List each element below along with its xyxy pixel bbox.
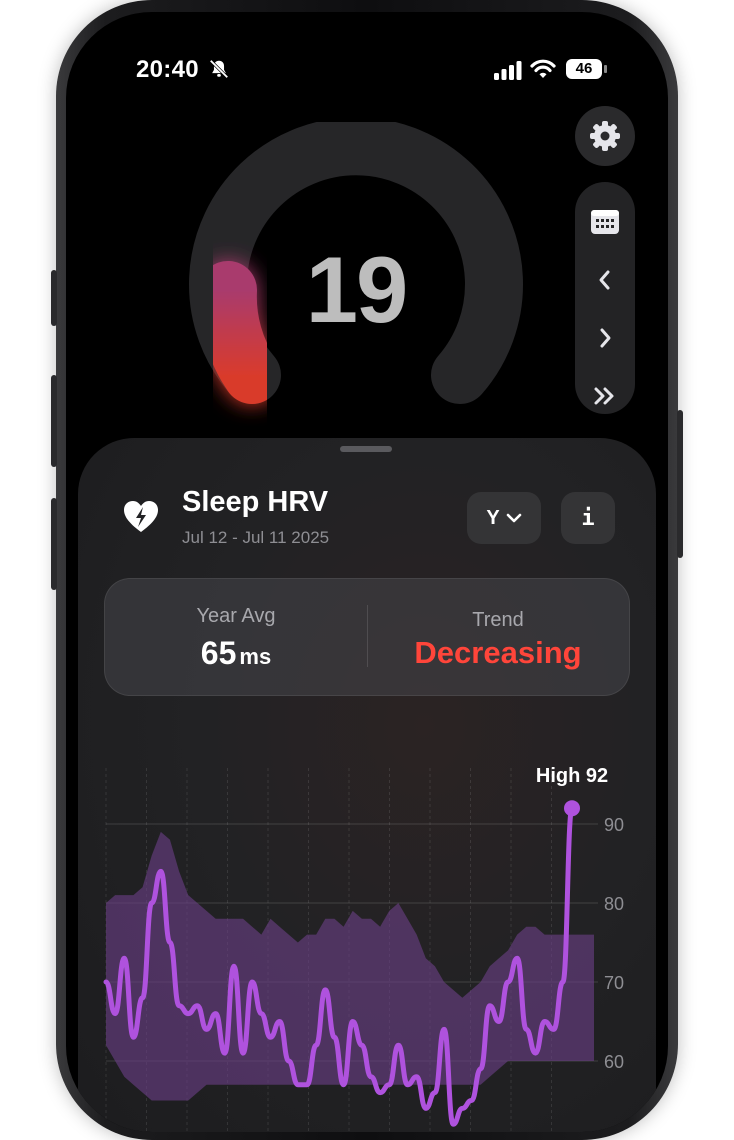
battery-indicator: 46	[566, 59, 608, 79]
date-navigation	[575, 182, 635, 414]
chevron-down-icon	[506, 513, 521, 523]
trend-label: Trend	[472, 609, 524, 631]
chevron-right-icon	[600, 328, 611, 348]
trend-value: Decreasing	[414, 635, 582, 670]
year-avg-label: Year Avg	[196, 605, 276, 627]
y-tick-label: 60	[604, 1052, 624, 1072]
year-avg-value: 65 ms	[105, 635, 367, 672]
y-tick-label: 70	[604, 973, 624, 993]
detail-sheet: Sleep HRV Jul 12 - Jul 11 2025 Y i Year …	[78, 438, 656, 1132]
wifi-icon	[530, 59, 556, 78]
battery-cap	[604, 65, 607, 73]
stats-card: Year Avg 65 ms Trend Decreasing	[104, 578, 630, 696]
hrv-chart[interactable]: 90 80 70 60 High 92	[78, 738, 656, 1132]
info-button[interactable]: i	[561, 492, 615, 544]
calendar-button[interactable]	[575, 202, 635, 242]
sheet-grabber[interactable]	[340, 446, 392, 452]
bell-slash-icon	[209, 59, 229, 79]
double-chevron-right-icon	[594, 387, 614, 405]
status-time: 20:40	[136, 56, 199, 83]
chevron-left-icon	[599, 270, 610, 290]
screen: 20:40 46 19 Sleep HRV Jul 12 - Jul 11 20…	[66, 12, 668, 1132]
settings-button[interactable]	[575, 106, 635, 166]
latest-button[interactable]	[575, 376, 635, 416]
date-range: Jul 12 - Jul 11 2025	[182, 528, 330, 547]
hrv-gauge: 19	[186, 117, 526, 442]
high-annotation: High 92	[536, 765, 608, 787]
y-tick-label: 80	[604, 894, 624, 914]
range-selector-button[interactable]: Y	[467, 492, 541, 544]
high-point-marker	[564, 800, 580, 817]
info-icon: i	[581, 505, 595, 531]
volume-up-button	[51, 375, 57, 467]
cellular-signal-icon	[494, 61, 522, 80]
battery-level: 46	[566, 59, 602, 79]
year-avg-unit: ms	[239, 644, 272, 669]
previous-button[interactable]	[575, 260, 635, 300]
mute-switch	[51, 270, 57, 326]
status-bar: 20:40 46	[66, 56, 668, 86]
hrv-score: 19	[305, 237, 409, 342]
gear-icon	[590, 121, 620, 151]
range-selector-label: Y	[486, 506, 500, 529]
y-tick-label: 90	[604, 815, 624, 835]
sheet-title: Sleep HRV	[182, 486, 329, 518]
year-avg-number: 65	[200, 635, 237, 671]
next-button[interactable]	[575, 318, 635, 358]
volume-down-button	[51, 498, 57, 590]
heart-bolt-icon	[124, 501, 158, 532]
calendar-icon	[591, 210, 619, 234]
power-button	[677, 410, 683, 558]
